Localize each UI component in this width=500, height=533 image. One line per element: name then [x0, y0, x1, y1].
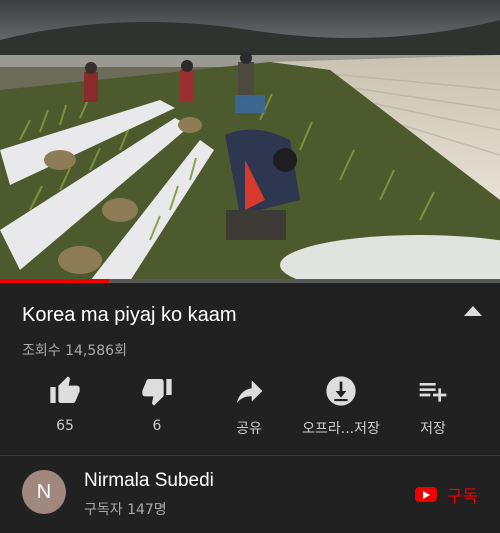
- offline-save-button[interactable]: 오프라...저장: [291, 372, 391, 442]
- channel-row[interactable]: N Nirmala Subedi 구독자 147명 구독: [0, 456, 500, 533]
- like-button[interactable]: 65: [15, 372, 115, 442]
- save-playlist-button[interactable]: 저장: [383, 372, 483, 442]
- video-progress-bar[interactable]: [0, 279, 500, 283]
- dislike-count: 6: [152, 418, 162, 434]
- subscribe-label: 구독: [446, 487, 478, 507]
- download-icon: [291, 372, 391, 410]
- channel-avatar[interactable]: N: [22, 470, 66, 514]
- view-count: 조회수 14,586회: [22, 343, 127, 359]
- save-label: 저장: [420, 421, 446, 437]
- subscriber-count: 구독자 147명: [84, 502, 167, 518]
- playlist-add-icon: [383, 372, 483, 410]
- channel-name[interactable]: Nirmala Subedi: [84, 470, 214, 492]
- video-player[interactable]: [0, 0, 500, 281]
- like-count: 65: [56, 418, 74, 434]
- thumbs-down-icon: [107, 372, 207, 410]
- subscribe-button[interactable]: 구독: [414, 482, 478, 507]
- offline-save-label: 오프라...저장: [302, 421, 380, 437]
- youtube-logo-icon: [414, 487, 437, 502]
- video-progress-fill: [0, 279, 109, 283]
- thumbs-up-icon: [15, 372, 115, 410]
- share-label: 공유: [236, 421, 262, 437]
- video-title: Korea ma piyaj ko kaam: [22, 304, 237, 326]
- dislike-button[interactable]: 6: [107, 372, 207, 442]
- share-button[interactable]: 공유: [199, 372, 299, 442]
- video-title-row[interactable]: Korea ma piyaj ko kaam: [22, 300, 482, 330]
- action-bar: 65 6 공유 오프라...저장 저장: [0, 372, 500, 442]
- expand-chevron-icon[interactable]: [464, 306, 482, 316]
- share-arrow-icon: [199, 372, 299, 410]
- video-frame: [0, 0, 500, 281]
